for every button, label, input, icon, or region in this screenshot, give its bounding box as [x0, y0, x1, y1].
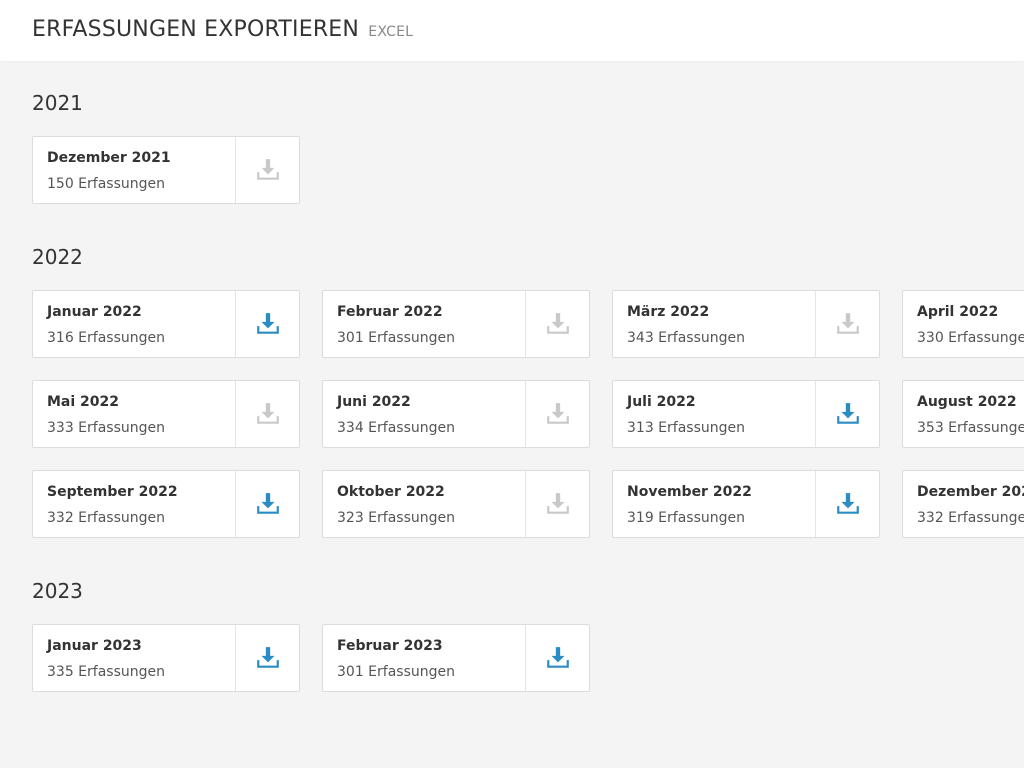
- year-heading-2021: 2021: [32, 91, 83, 115]
- download-button[interactable]: [525, 471, 589, 537]
- record-count: 332 Erfassungen: [917, 510, 1024, 526]
- record-count: 323 Erfassungen: [337, 510, 455, 526]
- month-card: September 2022 332 Erfassungen: [32, 470, 300, 538]
- month-card: Januar 2023 335 Erfassungen: [32, 624, 300, 692]
- download-button[interactable]: [815, 471, 879, 537]
- record-count: 330 Erfassungen: [917, 330, 1024, 346]
- month-card: Juli 2022 313 Erfassungen: [612, 380, 880, 448]
- download-tray-icon: [836, 313, 859, 334]
- month-title: Dezember 2021: [47, 150, 171, 166]
- month-title: September 2022: [47, 484, 178, 500]
- record-count: 319 Erfassungen: [627, 510, 745, 526]
- year-heading-2022: 2022: [32, 245, 83, 269]
- record-count: 335 Erfassungen: [47, 664, 165, 680]
- download-button[interactable]: [235, 291, 299, 357]
- download-button[interactable]: [815, 291, 879, 357]
- month-card: April 2022 330 Erfassungen: [902, 290, 1024, 358]
- download-button[interactable]: [235, 625, 299, 691]
- month-title: Dezember 2022: [917, 484, 1024, 500]
- month-card: Oktober 2022 323 Erfassungen: [322, 470, 590, 538]
- download-tray-icon: [836, 493, 859, 514]
- month-title: Oktober 2022: [337, 484, 445, 500]
- download-tray-icon: [546, 403, 569, 424]
- record-count: 334 Erfassungen: [337, 420, 455, 436]
- month-card: November 2022 319 Erfassungen: [612, 470, 880, 538]
- page-header: ERFASSUNGEN EXPORTIEREN EXCEL: [0, 0, 1024, 61]
- month-card: Februar 2023 301 Erfassungen: [322, 624, 590, 692]
- download-tray-icon: [546, 313, 569, 334]
- download-tray-icon: [836, 403, 859, 424]
- download-tray-icon: [256, 403, 279, 424]
- record-count: 313 Erfassungen: [627, 420, 745, 436]
- month-card: August 2022 353 Erfassungen: [902, 380, 1024, 448]
- download-button[interactable]: [815, 381, 879, 447]
- page-subtitle: EXCEL: [368, 24, 414, 40]
- month-card: Dezember 2021 150 Erfassungen: [32, 136, 300, 204]
- month-title: Mai 2022: [47, 394, 120, 410]
- download-tray-icon: [256, 313, 279, 334]
- download-tray-icon: [546, 493, 569, 514]
- month-title: Juli 2022: [627, 394, 696, 410]
- month-card: Februar 2022 301 Erfassungen: [322, 290, 590, 358]
- month-card: Januar 2022 316 Erfassungen: [32, 290, 300, 358]
- month-title: Februar 2023: [337, 638, 443, 654]
- download-button[interactable]: [525, 291, 589, 357]
- record-count: 332 Erfassungen: [47, 510, 165, 526]
- record-count: 301 Erfassungen: [337, 664, 455, 680]
- record-count: 343 Erfassungen: [627, 330, 745, 346]
- page-title: ERFASSUNGEN EXPORTIEREN EXCEL: [32, 17, 413, 42]
- download-button[interactable]: [235, 381, 299, 447]
- record-count: 353 Erfassungen: [917, 420, 1024, 436]
- month-card: Juni 2022 334 Erfassungen: [322, 380, 590, 448]
- download-tray-icon: [256, 159, 279, 180]
- month-title: Januar 2023: [47, 638, 142, 654]
- year-heading-2023: 2023: [32, 579, 83, 603]
- record-count: 301 Erfassungen: [337, 330, 455, 346]
- month-title: November 2022: [627, 484, 752, 500]
- month-card: Dezember 2022 332 Erfassungen: [902, 470, 1024, 538]
- download-button[interactable]: [235, 137, 299, 203]
- download-button[interactable]: [525, 625, 589, 691]
- month-card: März 2022 343 Erfassungen: [612, 290, 880, 358]
- download-button[interactable]: [525, 381, 589, 447]
- month-title: Juni 2022: [337, 394, 411, 410]
- download-button[interactable]: [235, 471, 299, 537]
- download-tray-icon: [546, 647, 569, 668]
- download-tray-icon: [256, 647, 279, 668]
- record-count: 333 Erfassungen: [47, 420, 165, 436]
- month-title: Februar 2022: [337, 304, 443, 320]
- month-title: Januar 2022: [47, 304, 142, 320]
- month-title: März 2022: [627, 304, 710, 320]
- record-count: 150 Erfassungen: [47, 176, 165, 192]
- month-card: Mai 2022 333 Erfassungen: [32, 380, 300, 448]
- page-title-text: ERFASSUNGEN EXPORTIEREN: [32, 17, 360, 42]
- download-tray-icon: [256, 493, 279, 514]
- month-title: August 2022: [917, 394, 1017, 410]
- month-title: April 2022: [917, 304, 999, 320]
- record-count: 316 Erfassungen: [47, 330, 165, 346]
